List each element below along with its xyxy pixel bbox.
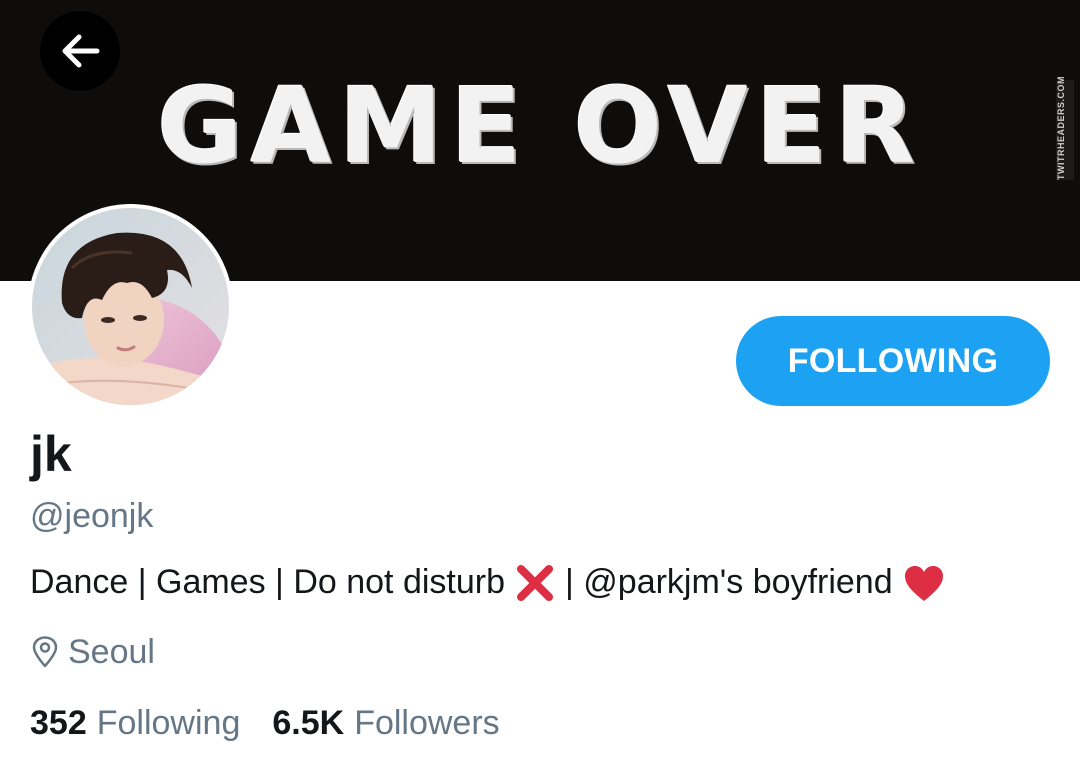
profile-bio: Dance | Games | Do not disturb | @parkjm… xyxy=(30,561,945,603)
following-label: Following xyxy=(96,704,241,742)
following-count: 352 xyxy=(30,704,87,742)
avatar[interactable] xyxy=(28,204,233,409)
map-pin-icon xyxy=(30,636,60,668)
bio-heart-emoji xyxy=(903,562,945,603)
followers-count: 6.5K xyxy=(272,704,345,742)
arrow-left-icon xyxy=(62,34,100,68)
banner-title: GAME OVER xyxy=(157,65,923,187)
bio-text-part1: Dance | Games | Do not disturb xyxy=(30,562,505,601)
followers-stat[interactable]: 6.5K Followers xyxy=(272,703,499,744)
red-x-icon xyxy=(517,565,553,602)
bio-x-emoji xyxy=(515,561,555,603)
profile-location: Seoul xyxy=(30,632,155,673)
bio-text-part2[interactable]: | @parkjm's boyfriend xyxy=(565,562,893,603)
user-handle[interactable]: @jeonjk xyxy=(30,496,153,537)
red-heart-icon xyxy=(904,565,943,601)
banner-watermark: TWITRHEADERS.COM xyxy=(1056,76,1074,180)
display-name: jk xyxy=(30,426,72,482)
back-button[interactable] xyxy=(40,11,120,91)
avatar-photo xyxy=(32,208,229,405)
profile-page: GAME OVER TWITRHEADERS.COM FOLLOWING jk … xyxy=(0,0,1080,767)
profile-stats: 352 Following 6.5K Followers xyxy=(30,703,500,744)
following-button[interactable]: FOLLOWING xyxy=(736,316,1050,406)
followers-label: Followers xyxy=(354,704,500,742)
following-stat[interactable]: 352 Following xyxy=(30,703,240,744)
location-text: Seoul xyxy=(68,633,155,671)
